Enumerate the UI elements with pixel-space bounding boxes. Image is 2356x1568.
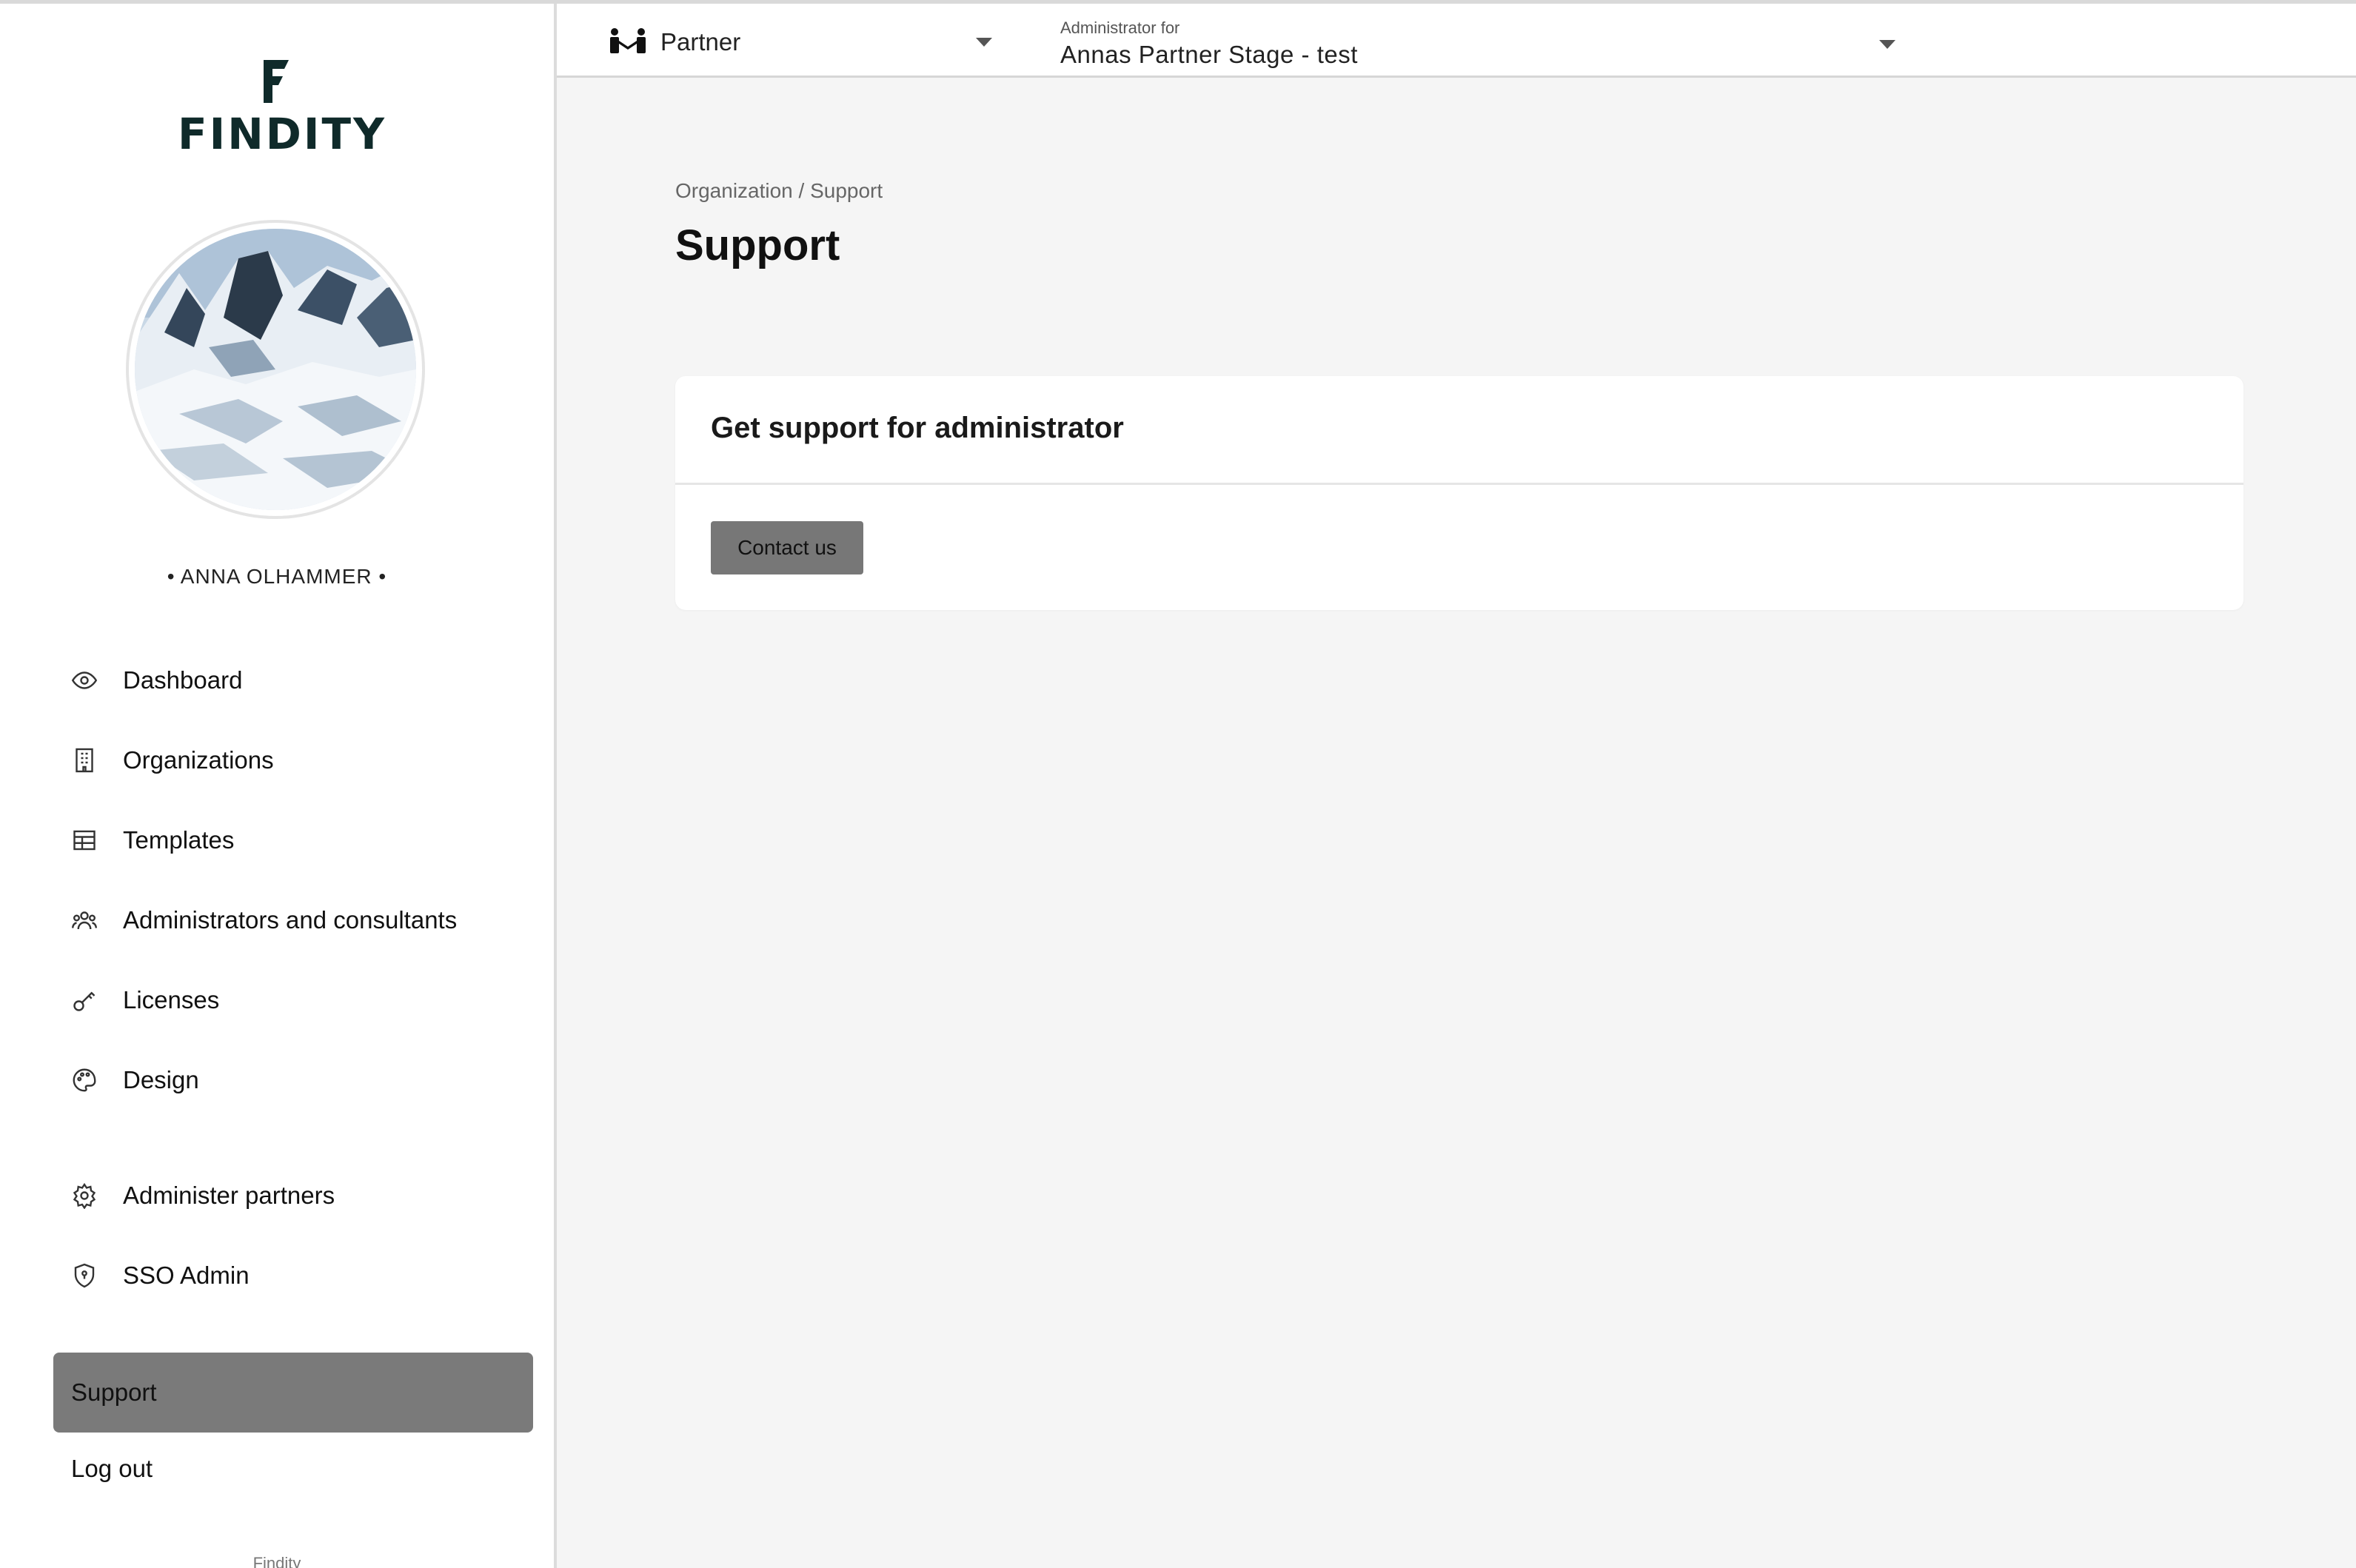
sidebar-item-label: Licenses xyxy=(123,986,220,1013)
sidebar-item-administrators[interactable]: Administrators and consultants xyxy=(70,898,543,942)
sidebar-item-sso-admin[interactable]: SSO Admin xyxy=(70,1253,543,1298)
users-icon xyxy=(70,905,99,935)
avatar-image xyxy=(135,229,416,510)
main-content: Organization / Support Support Get suppo… xyxy=(557,80,2356,1568)
sidebar-item-label: SSO Admin xyxy=(123,1262,250,1289)
chevron-down-icon xyxy=(1879,40,1895,49)
partner-select-value: Partner xyxy=(660,28,741,56)
card-divider xyxy=(675,483,2243,485)
chevron-down-icon xyxy=(976,38,992,47)
sidebar-item-dashboard[interactable]: Dashboard xyxy=(70,658,543,703)
sidebar-item-label: Design xyxy=(123,1066,199,1093)
partner-select[interactable]: Partner xyxy=(609,20,995,64)
sidebar-item-label: Administer partners xyxy=(123,1182,335,1209)
organization-select[interactable]: Administrator for Annas Partner Stage - … xyxy=(1060,13,1912,73)
sidebar-item-administer-partners[interactable]: Administer partners xyxy=(70,1173,543,1218)
sidebar-item-support[interactable]: Support xyxy=(53,1353,533,1433)
sidebar-item-templates[interactable]: Templates xyxy=(70,818,543,862)
findity-logo[interactable]: FINDITY xyxy=(178,60,387,159)
key-icon xyxy=(70,985,99,1015)
eye-icon xyxy=(70,666,99,695)
avatar xyxy=(126,220,425,519)
sidebar-item-design[interactable]: Design xyxy=(70,1058,543,1102)
logout-link[interactable]: Log out xyxy=(71,1455,153,1483)
organization-select-value: Annas Partner Stage - test xyxy=(1060,41,1358,68)
sidebar-item-label: Organizations xyxy=(123,746,274,774)
gear-icon xyxy=(70,1181,99,1210)
footer-brand: Findity xyxy=(252,1554,301,1568)
breadcrumb: Organization / Support xyxy=(675,179,883,202)
sidebar-item-label: Dashboard xyxy=(123,666,243,694)
sidebar-item-label: Administrators and consultants xyxy=(123,906,458,934)
handshake-icon xyxy=(609,27,647,58)
card-title: Get support for administrator xyxy=(711,412,1124,444)
top-header: Partner Administrator for Annas Partner … xyxy=(557,4,2356,78)
support-card: Get support for administrator Contact us xyxy=(675,376,2243,610)
sidebar-item-organizations[interactable]: Organizations xyxy=(70,738,543,783)
sidebar-item-licenses[interactable]: Licenses xyxy=(70,978,543,1022)
sidebar-item-label: Support xyxy=(71,1378,157,1406)
page-title: Support xyxy=(675,221,840,269)
findity-logo-mark-icon xyxy=(264,60,289,103)
shield-icon xyxy=(70,1261,99,1290)
palette-icon xyxy=(70,1065,99,1095)
brand-name: FINDITY xyxy=(178,109,387,159)
user-name: • ANNA OLHAMMER • xyxy=(167,565,387,588)
organization-select-label: Administrator for xyxy=(1060,19,1180,37)
table-icon xyxy=(70,825,99,855)
contact-us-button[interactable]: Contact us xyxy=(711,521,863,574)
sidebar: FINDITY • ANNA OLHAMMER • Dashboard Orga… xyxy=(0,4,557,1568)
sidebar-item-label: Templates xyxy=(123,826,235,854)
building-icon xyxy=(70,746,99,775)
